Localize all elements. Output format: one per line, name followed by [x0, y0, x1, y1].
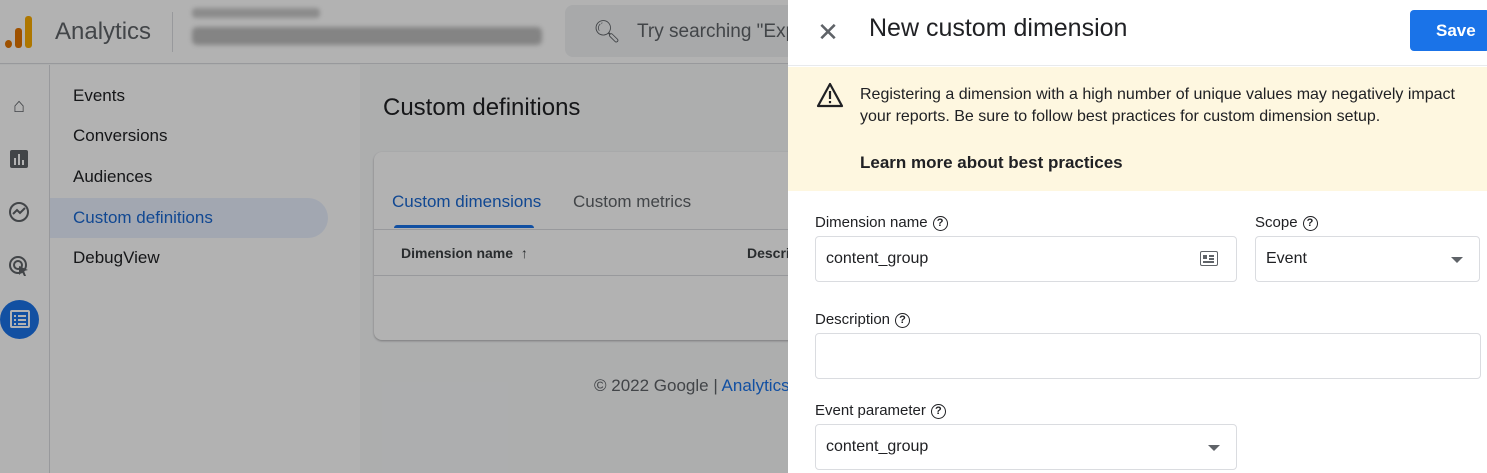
scope-select[interactable]: Event — [1255, 236, 1480, 282]
learn-more-link[interactable]: Learn more about best practices — [860, 153, 1123, 173]
scope-label: Scope? — [1255, 214, 1318, 231]
warning-text: Registering a dimension with a high numb… — [860, 86, 1455, 125]
event-parameter-label: Event parameter? — [815, 402, 946, 419]
description-label-text: Description — [815, 311, 891, 328]
event-parameter-select[interactable]: content_group — [815, 424, 1237, 470]
dropdown-arrow-icon — [1208, 445, 1220, 451]
new-custom-dimension-drawer: ✕ New custom dimension Save Registering … — [788, 0, 1487, 473]
dimension-name-value: content_group — [826, 250, 929, 267]
help-icon[interactable]: ? — [1302, 216, 1318, 231]
event-parameter-value: content_group — [826, 438, 929, 455]
close-icon[interactable]: ✕ — [816, 18, 840, 46]
scope-label-text: Scope — [1255, 214, 1298, 231]
dimension-name-label-text: Dimension name — [815, 214, 928, 231]
autofill-card-icon — [1200, 251, 1218, 266]
scope-value: Event — [1266, 250, 1307, 267]
save-button[interactable]: Save — [1410, 10, 1487, 51]
drawer-header: ✕ New custom dimension Save — [788, 0, 1487, 66]
warning-banner: Registering a dimension with a high numb… — [788, 67, 1487, 191]
event-parameter-label-text: Event parameter — [815, 402, 926, 419]
help-icon[interactable]: ? — [932, 216, 948, 231]
dropdown-arrow-icon — [1451, 257, 1463, 263]
modal-scrim[interactable] — [0, 0, 788, 473]
warning-icon — [816, 82, 844, 108]
description-label: Description? — [815, 311, 911, 328]
help-icon[interactable]: ? — [930, 404, 946, 419]
drawer-title: New custom dimension — [869, 14, 1128, 42]
dimension-name-label: Dimension name? — [815, 214, 948, 231]
description-field[interactable] — [815, 333, 1481, 379]
dimension-name-field[interactable]: content_group — [815, 236, 1237, 282]
help-icon[interactable]: ? — [895, 313, 911, 328]
